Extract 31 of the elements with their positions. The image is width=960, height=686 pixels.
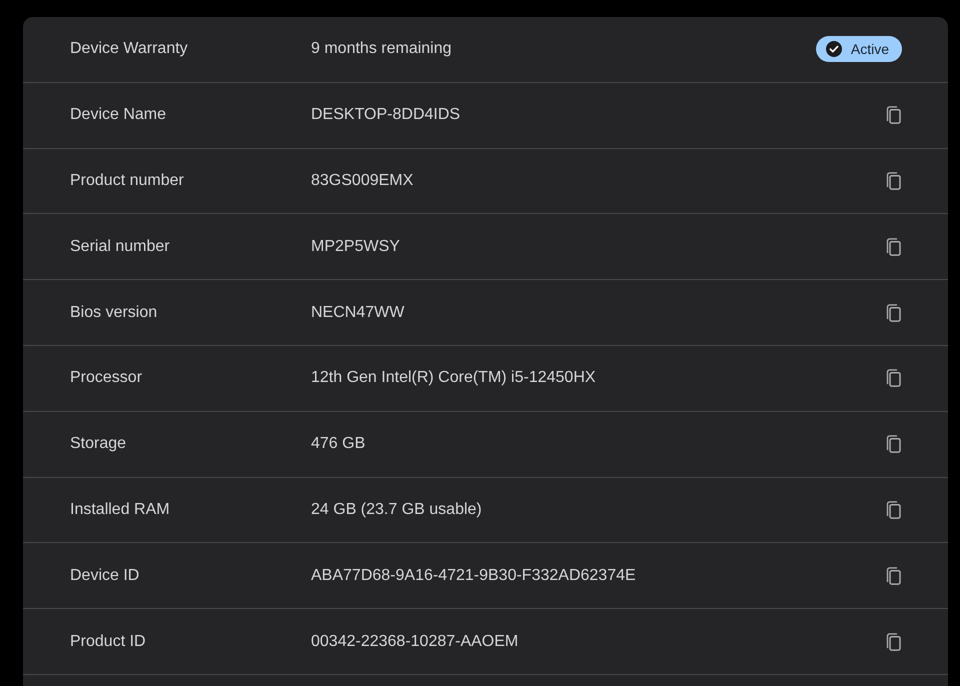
- copy-icon[interactable]: [884, 632, 901, 651]
- field-value: MP2P5WSY: [311, 238, 401, 256]
- field-label: Storage: [70, 435, 128, 454]
- field-label: Processor: [70, 369, 144, 388]
- copy-icon[interactable]: [884, 238, 901, 256]
- field-label: Device Name: [70, 106, 168, 124]
- check-circle-icon: [826, 41, 842, 58]
- field-label: Product number: [70, 172, 185, 190]
- field-label: Device Warranty: [70, 40, 189, 58]
- field-label: Product ID: [70, 632, 147, 651]
- field-label: Installed RAM: [70, 500, 171, 519]
- copy-icon[interactable]: [884, 435, 901, 454]
- field-label: Bios version: [70, 304, 158, 322]
- field-value: 476 GB: [311, 435, 366, 454]
- status-text: Active: [850, 41, 889, 58]
- copy-icon[interactable]: [884, 106, 901, 124]
- field-value: 24 GB (23.7 GB usable): [311, 500, 483, 519]
- field-label: Serial number: [70, 238, 171, 256]
- copy-icon[interactable]: [884, 304, 901, 322]
- field-value: 12th Gen Intel(R) Core(TM) i5-12450HX: [311, 369, 597, 388]
- field-value: NECN47WW: [311, 304, 406, 322]
- field-label: Device ID: [70, 566, 140, 585]
- copy-icon[interactable]: [884, 500, 901, 519]
- copy-icon[interactable]: [884, 172, 901, 190]
- copy-icon[interactable]: [884, 369, 901, 388]
- field-value: ABA77D68-9A16-4721-9B30-F332AD62374E: [311, 566, 637, 585]
- field-value: 00342-22368-10287-AAOEM: [311, 632, 520, 651]
- field-value: 9 months remaining: [311, 40, 453, 58]
- field-value: 83GS009EMX: [311, 172, 414, 190]
- field-value: DESKTOP-8DD4IDS: [311, 106, 462, 124]
- copy-icon[interactable]: [884, 566, 901, 585]
